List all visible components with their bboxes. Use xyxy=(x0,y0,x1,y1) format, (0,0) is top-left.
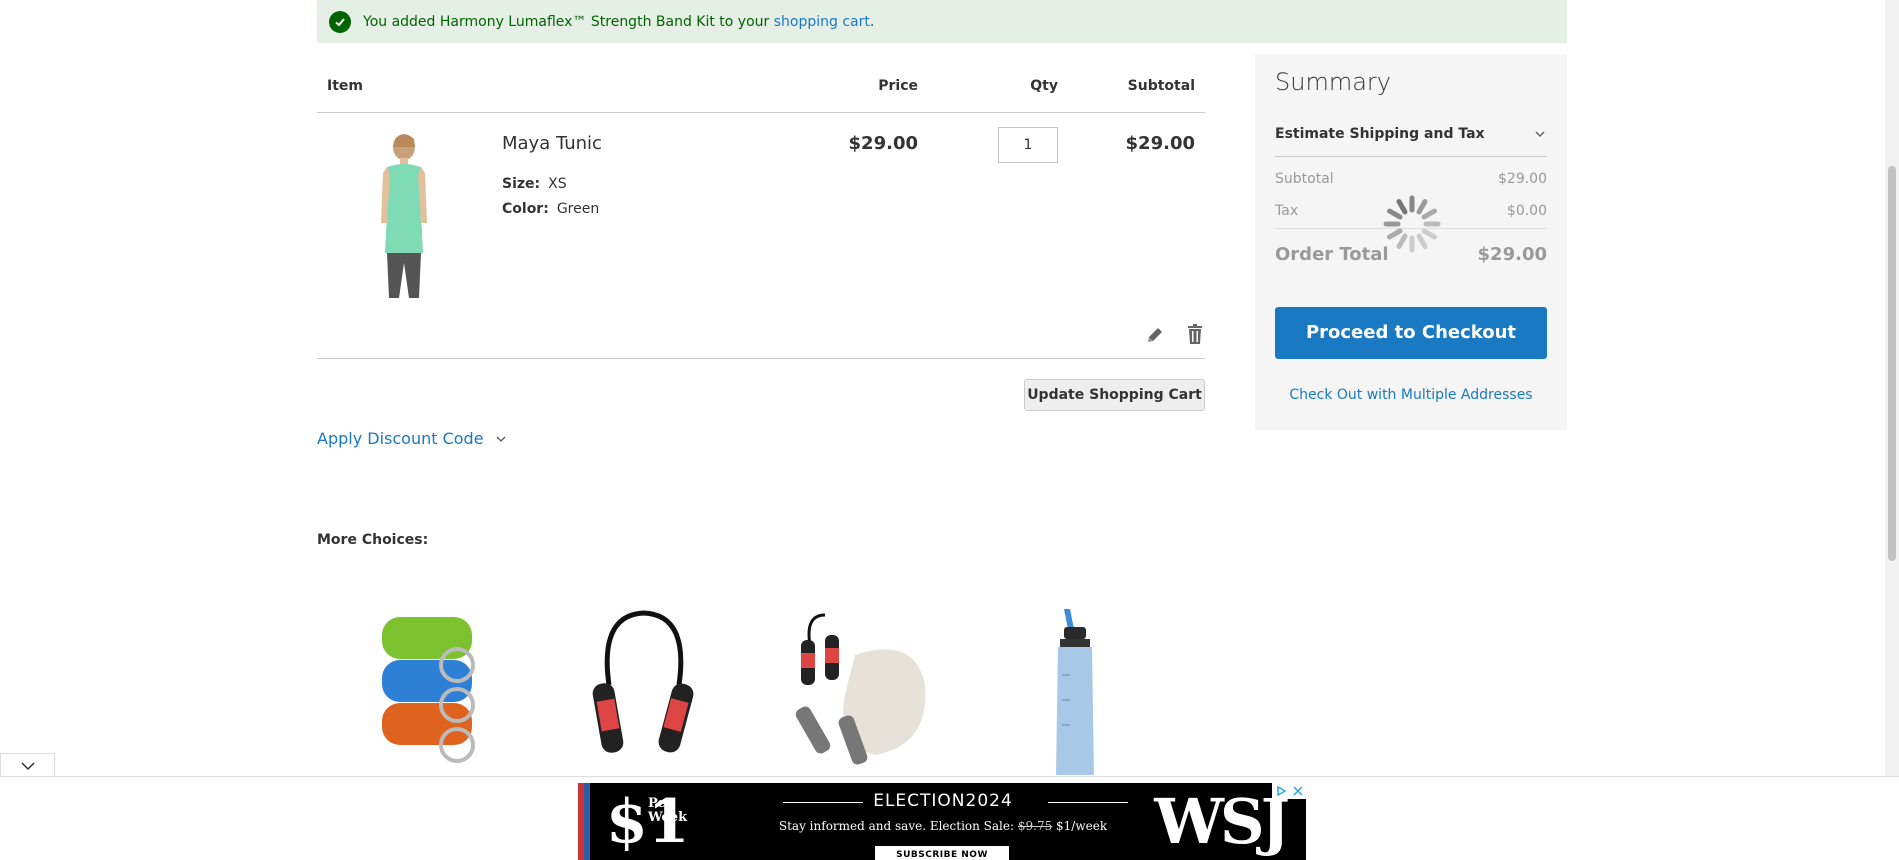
item-price: $29.00 xyxy=(848,133,918,154)
estimate-shipping-toggle[interactable]: Estimate Shipping and Tax xyxy=(1275,111,1547,157)
ad-brand-logo: WSJ xyxy=(1154,785,1290,858)
qty-input[interactable]: 1 xyxy=(998,127,1058,163)
cart-item-row: Maya Tunic Size: XS Color: Green $29.00 1 … xyxy=(317,113,1205,359)
wsj-ad[interactable]: $1 Per Week ELECTION2024 Stay informed an… xyxy=(578,783,1306,860)
proceed-to-checkout-button[interactable]: Proceed to Checkout xyxy=(1275,307,1547,359)
ad-election-title: ELECTION2024 xyxy=(873,791,1013,811)
choice-jump-rope-image[interactable] xyxy=(569,605,719,775)
ad-rule-right xyxy=(1048,802,1128,803)
header-subtotal: Subtotal xyxy=(1127,78,1195,94)
choice-fitness-kit-image[interactable] xyxy=(785,605,935,775)
edit-pencil-icon[interactable] xyxy=(1145,325,1165,345)
multiple-addresses-link[interactable]: Check Out with Multiple Addresses xyxy=(1255,387,1567,403)
item-subtotal: $29.00 xyxy=(1125,133,1195,154)
chevron-down-icon xyxy=(20,761,35,770)
ad-info-icon[interactable] xyxy=(1275,785,1287,797)
scrollbar-thumb[interactable] xyxy=(1888,166,1896,561)
apply-discount-toggle[interactable]: Apply Discount Code xyxy=(317,429,508,448)
summary-subtotal-row: Subtotal $29.00 xyxy=(1275,171,1547,187)
success-check-icon xyxy=(329,10,351,33)
shopping-cart-link[interactable]: shopping cart xyxy=(774,14,870,30)
estimate-shipping-label: Estimate Shipping and Tax xyxy=(1275,125,1485,142)
product-name[interactable]: Maya Tunic xyxy=(502,133,602,154)
ad-stripe xyxy=(578,783,590,860)
ad-close-icon[interactable] xyxy=(1292,785,1304,797)
choice-yoga-straps-image[interactable] xyxy=(357,605,507,775)
update-shopping-cart-button[interactable]: Update Shopping Cart xyxy=(1024,379,1205,411)
summary-title: Summary xyxy=(1275,68,1391,96)
chevron-down-icon xyxy=(496,435,506,442)
product-option-size: Size: XS xyxy=(502,176,567,192)
header-item: Item xyxy=(327,78,363,94)
chevron-down-icon xyxy=(1535,130,1545,137)
ad-banner-bar: $1 Per Week ELECTION2024 Stay informed an… xyxy=(0,776,1899,860)
success-message: You added Harmony Lumaflex™ Strength Ban… xyxy=(317,0,1567,43)
product-image[interactable] xyxy=(357,133,452,298)
ad-tagline: Stay informed and save. Election Sale: $… xyxy=(778,819,1108,833)
apply-discount-label: Apply Discount Code xyxy=(317,429,484,448)
ad-per-week: Per Week xyxy=(648,796,688,825)
page-scrollbar[interactable] xyxy=(1885,0,1899,777)
ad-rule-left xyxy=(783,802,863,803)
cart-table: Item Price Qty Subtotal Maya Tunic Size:… xyxy=(317,54,1205,411)
ad-choices-icon[interactable] xyxy=(1272,783,1306,799)
cart-table-header: Item Price Qty Subtotal xyxy=(317,54,1205,113)
product-option-color: Color: Green xyxy=(502,201,600,217)
ad-subscribe-button[interactable]: SUBSCRIBE NOW xyxy=(875,846,1009,860)
order-summary: Summary Estimate Shipping and Tax Subtot… xyxy=(1255,54,1567,430)
header-price: Price xyxy=(878,78,918,94)
more-choices-list xyxy=(317,605,1205,775)
ad-collapse-button[interactable] xyxy=(0,753,55,777)
more-choices-title: More Choices: xyxy=(317,532,429,548)
loading-spinner-icon xyxy=(1383,195,1441,253)
header-qty: Qty xyxy=(1030,78,1058,94)
success-message-text: You added Harmony Lumaflex™ Strength Ban… xyxy=(363,13,875,30)
delete-trash-icon[interactable] xyxy=(1185,323,1205,345)
choice-water-bottle-image[interactable] xyxy=(1002,605,1152,775)
